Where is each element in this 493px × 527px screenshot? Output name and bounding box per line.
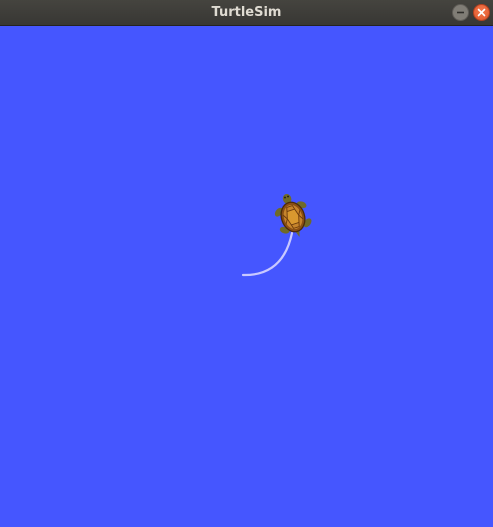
close-icon <box>477 8 486 17</box>
close-button[interactable] <box>473 4 490 21</box>
pen-trail <box>241 231 294 277</box>
minimize-button[interactable] <box>452 4 469 21</box>
turtle-canvas <box>0 26 493 527</box>
turtlesim-window: TurtleSim <box>0 0 493 527</box>
title-bar[interactable]: TurtleSim <box>0 0 493 26</box>
window-title: TurtleSim <box>211 5 282 20</box>
minimize-icon <box>457 11 464 14</box>
